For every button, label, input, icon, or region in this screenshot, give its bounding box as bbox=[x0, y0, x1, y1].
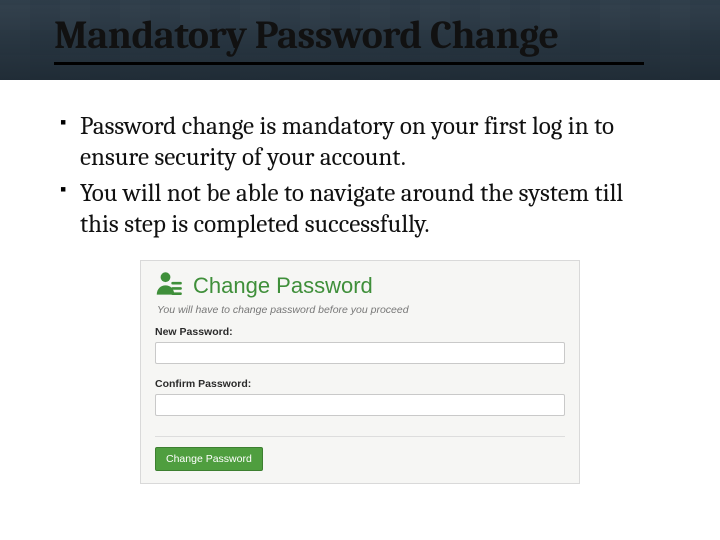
panel-title: Change Password bbox=[193, 273, 373, 299]
panel-subtext: You will have to change password before … bbox=[157, 304, 565, 316]
new-password-label: New Password: bbox=[155, 326, 565, 338]
slide-header-band: Mandatory Password Change bbox=[0, 0, 720, 80]
bullet-item: Password change is mandatory on your fir… bbox=[60, 112, 660, 173]
user-icon bbox=[155, 269, 183, 302]
confirm-password-input[interactable] bbox=[155, 394, 565, 416]
confirm-password-label: Confirm Password: bbox=[155, 378, 565, 390]
change-password-panel: Change Password You will have to change … bbox=[140, 260, 580, 484]
change-password-button[interactable]: Change Password bbox=[155, 447, 263, 471]
bullet-list: Password change is mandatory on your fir… bbox=[60, 112, 660, 240]
panel-header: Change Password bbox=[155, 269, 565, 302]
bullet-item: You will not be able to navigate around … bbox=[60, 179, 660, 240]
new-password-input[interactable] bbox=[155, 342, 565, 364]
slide-title: Mandatory Password Change bbox=[54, 12, 644, 65]
divider bbox=[155, 436, 565, 437]
